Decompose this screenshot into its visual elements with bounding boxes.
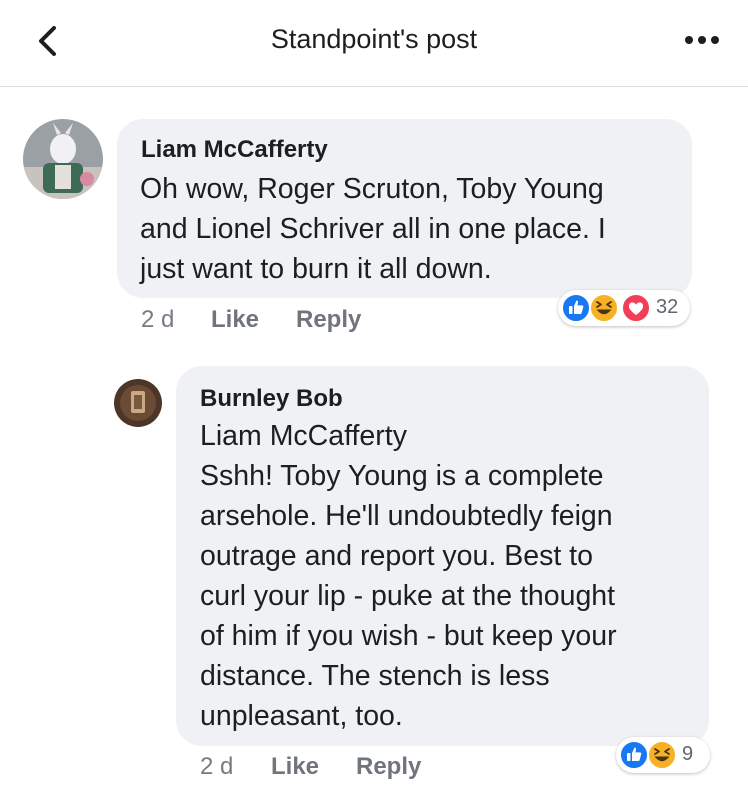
like-button[interactable]: Like xyxy=(211,306,259,334)
top-bar: Standpoint's post xyxy=(0,0,748,87)
avatar[interactable] xyxy=(23,119,103,199)
like-reaction-icon xyxy=(619,740,649,770)
comment-line: Sshh! Toby Young is a complete xyxy=(200,460,604,492)
comment-author[interactable]: Burnley Bob xyxy=(200,385,343,413)
comment-text: Oh wow, Roger Scruton, Toby Young and Li… xyxy=(140,169,606,289)
haha-reaction-icon xyxy=(589,293,619,323)
comment-timestamp: 2 d xyxy=(141,306,175,333)
reaction-summary[interactable]: 9 xyxy=(616,737,710,773)
comment-line: curl your lip - puke at the thought xyxy=(200,580,616,612)
reaction-count: 9 xyxy=(682,743,694,765)
like-button[interactable]: Like xyxy=(271,753,319,781)
more-horizontal-icon[interactable] xyxy=(682,28,722,52)
like-reaction-icon xyxy=(561,293,591,323)
reply-button[interactable]: Reply xyxy=(296,306,361,334)
reaction-summary[interactable]: 32 xyxy=(558,290,690,326)
love-reaction-icon xyxy=(621,293,651,323)
haha-reaction-icon xyxy=(647,740,677,770)
reaction-count: 32 xyxy=(656,296,679,318)
reply-button[interactable]: Reply xyxy=(356,753,421,781)
comment-timestamp: 2 d xyxy=(200,753,234,780)
comment-line: outrage and report you. Best to xyxy=(200,540,593,572)
page-title: Standpoint's post xyxy=(270,24,478,54)
comment-line: distance. The stench is less xyxy=(200,660,550,692)
comment-line: Oh wow, Roger Scruton, Toby Young xyxy=(140,173,604,205)
avatar[interactable] xyxy=(114,379,162,427)
comment-line: unpleasant, too. xyxy=(200,700,403,732)
comment-text: Liam McCafferty Sshh! Toby Young is a co… xyxy=(200,416,617,736)
comment-line: of him if you wish - but keep your xyxy=(200,620,617,652)
comment-line: just want to burn it all down. xyxy=(140,253,492,285)
comment-line: arsehole. He'll undoubtedly feign xyxy=(200,500,613,532)
mention-link[interactable]: Liam McCafferty xyxy=(200,416,617,456)
comment-line: and Lionel Schriver all in one place. I xyxy=(140,213,606,245)
comment-author[interactable]: Liam McCafferty xyxy=(141,136,328,164)
